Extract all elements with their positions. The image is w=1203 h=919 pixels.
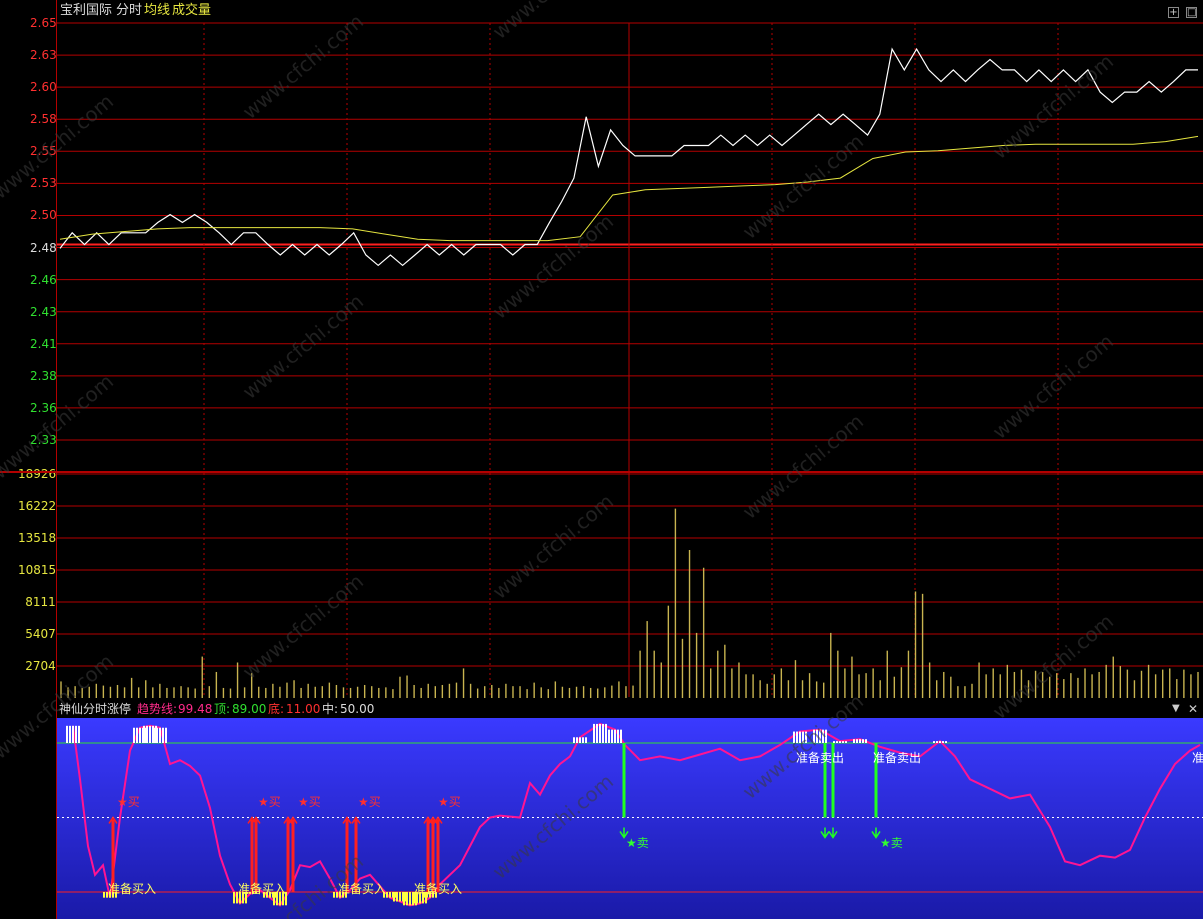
watermark: www.cfchi.com: [238, 289, 368, 404]
sell-prep-label: 准备卖出: [873, 751, 921, 765]
buy-mark: ★买: [358, 795, 381, 809]
chart-canvas[interactable]: ★买 ★买 ★买 ★买 ★买准备买入 准备买入 准备买入 准备买入★卖 ★卖准备卖出 准备卖出 准w…: [0, 0, 1203, 919]
watermark: www.cfchi.com: [738, 129, 868, 244]
sell-mark: ★卖: [626, 836, 649, 850]
watermark: www.cfchi.com: [738, 409, 868, 524]
watermark: www.cfchi.com: [488, 209, 618, 324]
buy-mark: ★买: [258, 795, 281, 809]
buy-prep-label: 准备买入: [414, 882, 462, 896]
buy-mark: ★买: [117, 795, 140, 809]
indicator-panel: [57, 718, 1203, 919]
watermark: www.cfchi.com: [988, 49, 1118, 164]
watermark: www.cfchi.com: [238, 569, 368, 684]
watermark: www.cfchi.com: [238, 9, 368, 124]
sell-prep-label-edge: 准: [1192, 751, 1203, 765]
buy-prep-label: 准备买入: [108, 882, 156, 896]
watermark: www.cfchi.com: [0, 89, 118, 204]
watermark: www.cfchi.com: [488, 0, 618, 44]
sell-mark: ★卖: [880, 836, 903, 850]
watermark: www.cfchi.com: [988, 329, 1118, 444]
buy-mark: ★买: [438, 795, 461, 809]
buy-prep-label: 准备买入: [238, 882, 286, 896]
watermark: www.cfchi.com: [0, 369, 118, 484]
buy-mark: ★买: [298, 795, 321, 809]
